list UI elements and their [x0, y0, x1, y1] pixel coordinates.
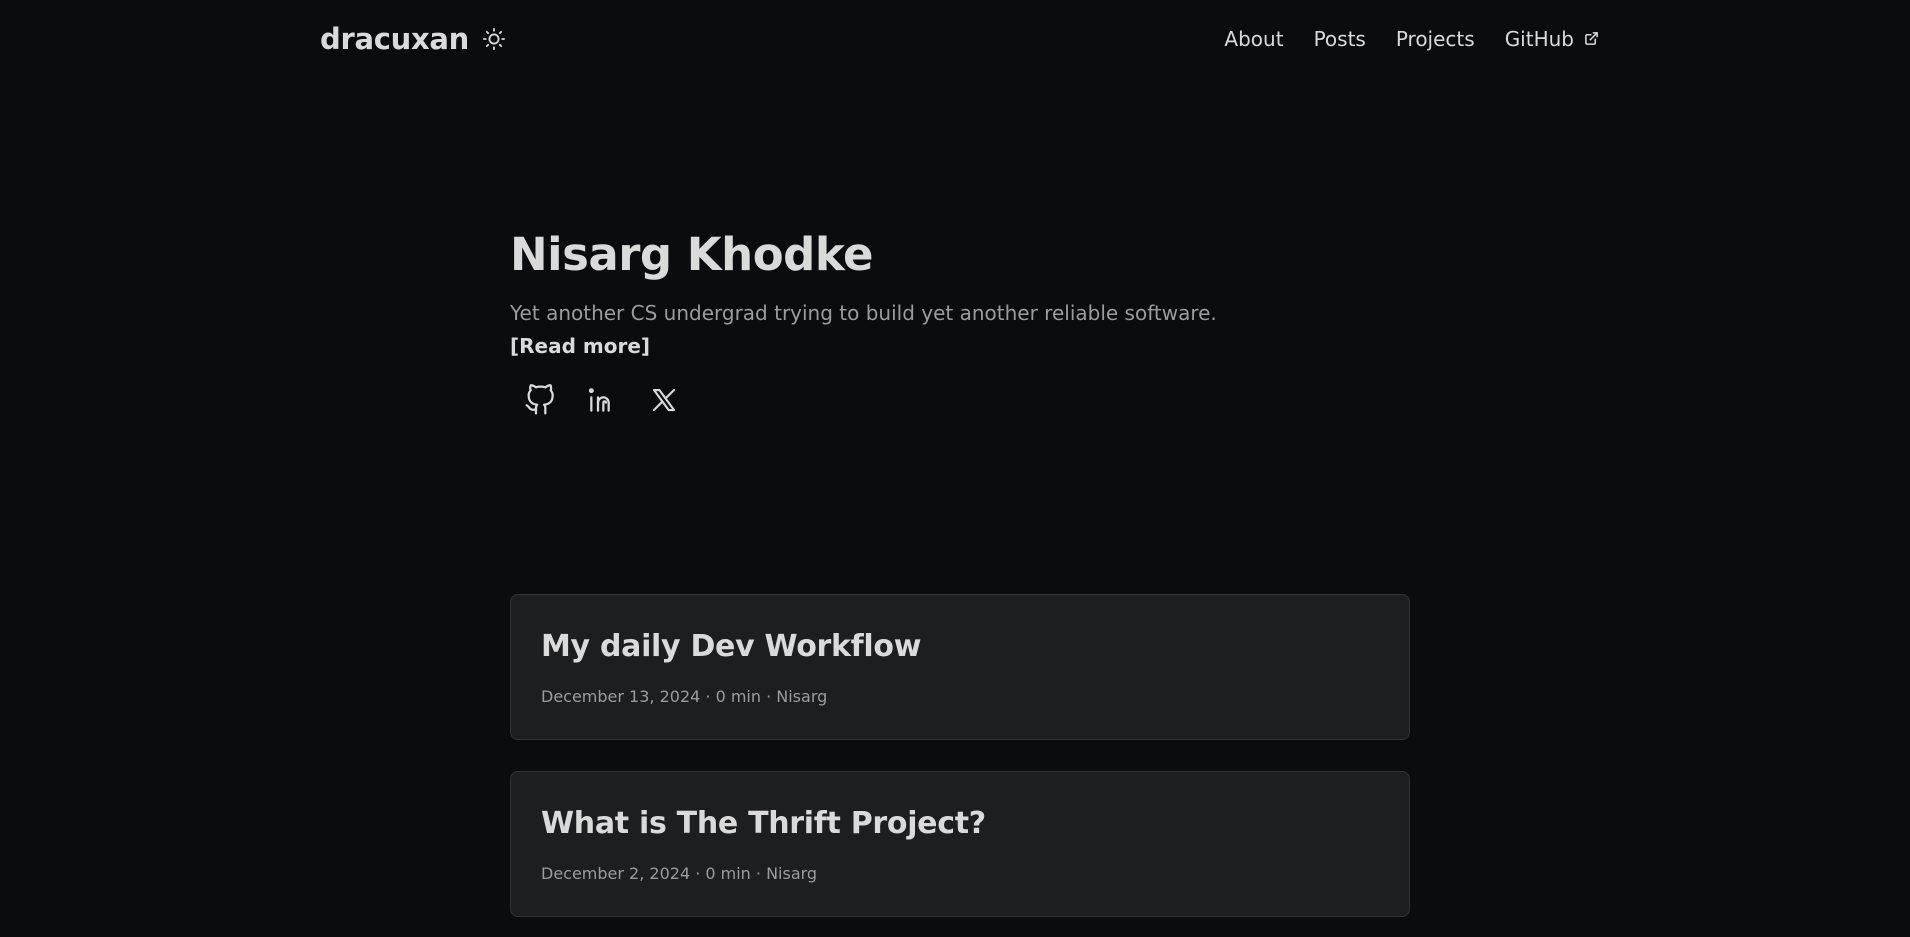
- site-header: dracuxan About Posts Projects GitHub: [320, 16, 1600, 62]
- home-intro: Nisarg Khodke Yet another CS undergrad t…: [510, 230, 1410, 420]
- post-title: My daily Dev Workflow: [541, 629, 922, 664]
- site-logo-link[interactable]: dracuxan: [320, 22, 469, 56]
- nav-link-posts[interactable]: Posts: [1314, 27, 1366, 51]
- brand: dracuxan: [320, 22, 507, 56]
- nav-link-about-label: About: [1224, 27, 1284, 51]
- page: dracuxan About Posts Projects GitHub Nis…: [0, 0, 1910, 937]
- linkedin-icon[interactable]: [582, 380, 622, 420]
- author-tagline: Yet another CS undergrad trying to build…: [510, 300, 1217, 325]
- post-meta: December 2, 2024 · 0 min · Nisarg: [541, 864, 818, 883]
- nav-link-github-label: GitHub: [1504, 27, 1574, 51]
- github-icon[interactable]: [520, 380, 560, 420]
- post-meta: December 13, 2024 · 0 min · Nisarg: [541, 687, 828, 706]
- post-card[interactable]: What is The Thrift Project? December 2, …: [510, 771, 1410, 917]
- main-nav: About Posts Projects GitHub: [1224, 27, 1600, 51]
- nav-link-projects[interactable]: Projects: [1396, 27, 1475, 51]
- social-links: [520, 380, 1410, 420]
- nav-link-posts-label: Posts: [1313, 27, 1366, 51]
- sun-icon[interactable]: [481, 26, 507, 52]
- nav-link-projects-label: Projects: [1395, 27, 1475, 51]
- nav-link-about[interactable]: About: [1224, 27, 1283, 51]
- external-link-icon: [1584, 31, 1600, 47]
- author-name-heading: Nisarg Khodke: [510, 228, 874, 281]
- read-more-link[interactable]: [Read more]: [510, 334, 650, 358]
- x-twitter-icon[interactable]: [644, 380, 684, 420]
- nav-link-github[interactable]: GitHub: [1505, 27, 1600, 51]
- post-title: What is The Thrift Project?: [541, 806, 986, 841]
- post-card[interactable]: My daily Dev Workflow December 13, 2024 …: [510, 594, 1410, 740]
